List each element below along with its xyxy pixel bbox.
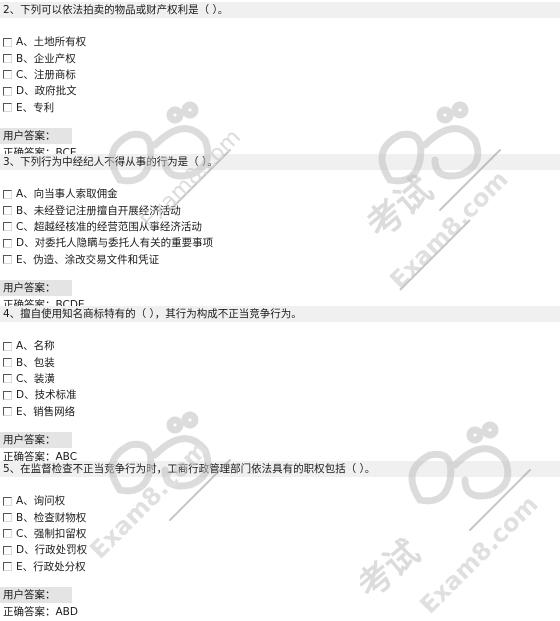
option-label: B、企业产权 — [16, 52, 76, 65]
option-label: C、超越经核准的经营范围从事经济活动 — [16, 220, 202, 233]
user-answer-label: 用户答案： — [0, 127, 72, 144]
option-a[interactable]: A、向当事人索取佣金 — [0, 186, 560, 202]
option-e[interactable]: E、专利 — [0, 100, 560, 116]
user-answer-label: 用户答案： — [0, 279, 72, 296]
option-label: E、专利 — [16, 101, 55, 114]
option-c[interactable]: C、装潢 — [0, 371, 560, 387]
option-label: C、强制扣留权 — [16, 527, 87, 540]
checkbox[interactable] — [3, 390, 12, 400]
checkbox[interactable] — [3, 222, 12, 232]
user-answer-label: 用户答案： — [0, 431, 72, 448]
option-label: D、对委托人隐瞒与委托人有关的重要事项 — [16, 237, 214, 250]
question-title: 5、在监督检查不正当竞争行为时，工商行政管理部门依法具有的职权包括（ ）。 — [0, 461, 560, 477]
option-c[interactable]: C、注册商标 — [0, 67, 560, 83]
option-label: D、技术标准 — [16, 389, 77, 402]
checkbox[interactable] — [3, 545, 12, 555]
checkbox[interactable] — [3, 189, 12, 199]
option-c[interactable]: C、超越经核准的经营范围从事经济活动 — [0, 219, 560, 235]
question-title: 3、下列行为中经纪人不得从事的行为是（ ）。 — [0, 154, 560, 170]
options-list: A、向当事人索取佣金 B、未经登记注册擅自开展经济活动 C、超越经核准的经营范围… — [0, 186, 560, 268]
checkbox[interactable] — [3, 86, 12, 96]
user-answer-label: 用户答案： — [0, 586, 72, 603]
question-block: 5、在监督检查不正当竞争行为时，工商行政管理部门依法具有的职权包括（ ）。 A、… — [0, 461, 560, 621]
option-d[interactable]: D、行政处罚权 — [0, 542, 560, 558]
option-label: E、行政处分权 — [16, 560, 86, 573]
option-e[interactable]: E、销售网络 — [0, 404, 560, 420]
option-label: A、土地所有权 — [16, 36, 87, 49]
option-label: A、询问权 — [16, 495, 66, 508]
option-label: D、行政处罚权 — [16, 544, 88, 557]
checkbox[interactable] — [3, 529, 12, 539]
option-e[interactable]: E、伪造、涂改交易文件和凭证 — [0, 252, 560, 268]
question-block: 2、下列可以依法拍卖的物品或财产权利是（ ）。 A、土地所有权 B、企业产权 C… — [0, 2, 560, 162]
option-label: B、包装 — [16, 356, 55, 369]
checkbox[interactable] — [3, 562, 12, 572]
option-label: E、销售网络 — [16, 405, 76, 418]
question-title: 2、下列可以依法拍卖的物品或财产权利是（ ）。 — [0, 2, 560, 18]
question-block: 4、擅自使用知名商标特有的（ ），其行为构成不正当竞争行为。 A、名称 B、包装… — [0, 306, 560, 466]
option-label: C、注册商标 — [16, 68, 76, 81]
option-d[interactable]: D、政府批文 — [0, 83, 560, 99]
option-label: A、向当事人索取佣金 — [16, 188, 118, 201]
option-d[interactable]: D、对委托人隐瞒与委托人有关的重要事项 — [0, 235, 560, 251]
option-a[interactable]: A、土地所有权 — [0, 34, 560, 50]
option-a[interactable]: A、询问权 — [0, 493, 560, 509]
option-a[interactable]: A、名称 — [0, 338, 560, 354]
options-list: A、名称 B、包装 C、装潢 D、技术标准 E、销售网络 — [0, 338, 560, 420]
option-label: D、政府批文 — [16, 85, 77, 98]
option-b[interactable]: B、检查财物权 — [0, 509, 560, 525]
option-b[interactable]: B、未经登记注册擅自开展经济活动 — [0, 202, 560, 218]
correct-answer: 正确答案：ABD — [3, 605, 78, 618]
option-e[interactable]: E、行政处分权 — [0, 559, 560, 575]
option-label: C、装潢 — [16, 372, 55, 385]
option-label: E、伪造、涂改交易文件和凭证 — [16, 253, 160, 266]
checkbox[interactable] — [3, 374, 12, 384]
checkbox[interactable] — [3, 255, 12, 265]
checkbox[interactable] — [3, 341, 12, 351]
checkbox[interactable] — [3, 37, 12, 47]
checkbox[interactable] — [3, 513, 12, 523]
checkbox[interactable] — [3, 103, 12, 113]
checkbox[interactable] — [3, 54, 12, 64]
checkbox[interactable] — [3, 407, 12, 417]
option-label: B、未经登记注册擅自开展经济活动 — [16, 204, 181, 217]
checkbox[interactable] — [3, 206, 12, 216]
question-title: 4、擅自使用知名商标特有的（ ），其行为构成不正当竞争行为。 — [0, 306, 560, 322]
option-d[interactable]: D、技术标准 — [0, 387, 560, 403]
answer-block: 用户答案： 正确答案：ABD — [0, 586, 560, 621]
option-b[interactable]: B、包装 — [0, 354, 560, 370]
option-label: A、名称 — [16, 340, 55, 353]
checkbox[interactable] — [3, 70, 12, 80]
question-block: 3、下列行为中经纪人不得从事的行为是（ ）。 A、向当事人索取佣金 B、未经登记… — [0, 154, 560, 314]
option-label: B、检查财物权 — [16, 511, 87, 524]
option-b[interactable]: B、企业产权 — [0, 50, 560, 66]
options-list: A、询问权 B、检查财物权 C、强制扣留权 D、行政处罚权 E、行政处分权 — [0, 493, 560, 575]
checkbox[interactable] — [3, 238, 12, 248]
options-list: A、土地所有权 B、企业产权 C、注册商标 D、政府批文 E、专利 — [0, 34, 560, 116]
checkbox[interactable] — [3, 496, 12, 506]
checkbox[interactable] — [3, 358, 12, 368]
option-c[interactable]: C、强制扣留权 — [0, 526, 560, 542]
